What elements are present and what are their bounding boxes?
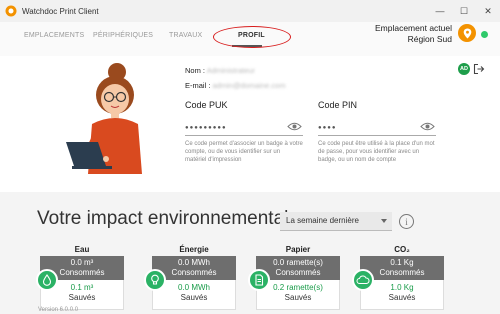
email-label: E-mail : [185, 81, 211, 90]
email-value: admin@domaine.com [212, 81, 286, 90]
card-title: CO₂ [394, 245, 410, 254]
paper-icon [248, 269, 270, 291]
info-icon[interactable]: i [399, 214, 414, 229]
puk-title: Code PUK [185, 100, 228, 110]
cloud-co2-icon [352, 269, 374, 291]
name-label: Nom : [185, 66, 206, 75]
watchdoc-logo-icon [5, 5, 17, 17]
consumed-value: 0.0 MWh [177, 258, 210, 267]
period-value: La semaine dernière [286, 216, 359, 225]
tab-emplacements[interactable]: EMPLACEMENTS [24, 32, 84, 39]
minimize-button[interactable]: — [428, 0, 452, 22]
location-pin-icon[interactable] [458, 24, 476, 42]
eye-icon[interactable] [287, 121, 302, 132]
card-title: Énergie [179, 245, 209, 254]
location-value: Région Sud [407, 34, 452, 44]
tab-peripheriques[interactable]: PÉRIPHÉRIQUES [93, 32, 153, 39]
puk-help-text: Ce code permet d'associer un badge à vot… [185, 141, 303, 163]
version-text: Version 6.0.0.0 [38, 307, 79, 313]
puk-value: ●●●●●●●●● [185, 125, 227, 131]
user-avatar[interactable]: AD [458, 63, 470, 75]
saved-label: Sauvés [68, 293, 96, 302]
pin-title: Code PIN [318, 100, 358, 110]
connection-status-dot [481, 31, 488, 38]
pin-field[interactable]: ●●●● [318, 118, 436, 136]
card-title: Eau [74, 245, 90, 254]
consumed-value: 0.1 Kg [390, 258, 414, 267]
period-select[interactable]: La semaine dernière [280, 212, 392, 231]
impact-title: Votre impact environnemental : [37, 208, 299, 229]
pin-help-text: Ce code peut être utilisé à la place d'u… [318, 141, 435, 163]
name-value: Administrateur [206, 66, 256, 75]
saved-label: Sauvés [388, 293, 416, 302]
saved-value: 1.0 Kg [390, 283, 414, 292]
window-title: Watchdoc Print Client [22, 6, 99, 16]
saved-label: Sauvés [284, 293, 312, 302]
consumed-value: 0.0 ramette(s) [273, 258, 323, 267]
maximize-button[interactable]: ☐ [452, 0, 476, 22]
title-bar: Watchdoc Print Client — ☐ ✕ [0, 0, 500, 22]
tab-travaux[interactable]: TRAVAUX [169, 32, 202, 39]
card-title: Papier [285, 245, 311, 254]
user-at-laptop-illustration [66, 63, 142, 174]
current-location: Emplacement actuel Région Sud [375, 23, 452, 45]
lightbulb-icon [144, 269, 166, 291]
consumed-value: 0.0 m³ [70, 258, 94, 267]
chevron-down-icon [381, 219, 387, 223]
close-button[interactable]: ✕ [476, 0, 500, 22]
email-row: E-mail : admin@domaine.com [185, 81, 286, 90]
location-label: Emplacement actuel [374, 23, 452, 33]
pin-value: ●●●● [318, 125, 337, 131]
water-drop-icon [36, 269, 58, 291]
window-controls: — ☐ ✕ [428, 0, 500, 22]
saved-value: 0.0 MWh [177, 283, 210, 292]
eye-icon[interactable] [420, 121, 435, 132]
puk-field[interactable]: ●●●●●●●●● [185, 118, 303, 136]
name-row: Nom : Administrateur [185, 66, 255, 75]
saved-value: 0.2 ramette(s) [273, 283, 323, 292]
tab-highlight-ring [213, 26, 291, 48]
logout-icon[interactable] [473, 63, 485, 75]
saved-label: Sauvés [180, 293, 208, 302]
